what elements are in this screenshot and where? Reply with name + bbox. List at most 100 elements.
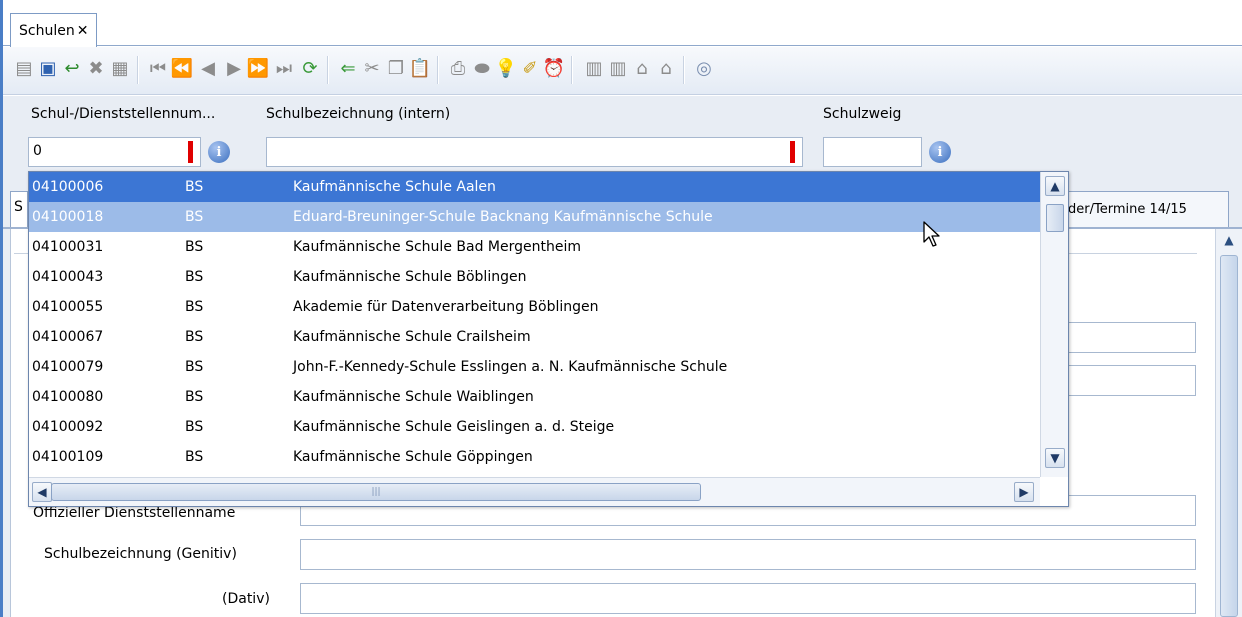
report-icon[interactable]: ▥ (583, 57, 605, 81)
school-name-cell: Akademie für Datenverarbeitung Böblingen (293, 299, 599, 315)
export-icon[interactable]: ⌂ (631, 57, 653, 81)
toolbar-separator (327, 56, 329, 84)
school-name-cell: Kaufmännische Schule Bad Mergentheim (293, 239, 581, 255)
save-icon[interactable]: ▣ (37, 57, 59, 81)
school-number-cell: 04100079 (32, 359, 104, 375)
report-list-icon[interactable]: ▥ (607, 57, 629, 81)
import-icon[interactable]: ⌂ (655, 57, 677, 81)
school-type-cell: BS (185, 179, 204, 195)
tab-termine[interactable]: der/Termine 14/15 (1063, 191, 1229, 229)
info-icon[interactable]: i (208, 141, 230, 163)
school-name-cell: Eduard-Breuninger-Schule Backnang Kaufmä… (293, 209, 713, 225)
next-icon[interactable]: ▶ (223, 57, 245, 81)
help-icon[interactable]: ◎ (693, 57, 715, 81)
school-type-cell: BS (185, 449, 204, 465)
school-number-cell: 04100006 (32, 179, 104, 195)
dropdown-row[interactable]: 04100080 BS Kaufmännische Schule Waiblinge… (29, 382, 1040, 412)
school-type-cell: BS (185, 299, 204, 315)
scroll-up-icon[interactable]: ▲ (1219, 233, 1239, 253)
school-type-cell: BS (185, 389, 204, 405)
print-icon[interactable]: ⎙ (447, 57, 469, 81)
first-record-icon[interactable]: ⏮ (147, 57, 169, 81)
school-number-label: Schul-/Dienststellennum... (31, 106, 216, 122)
dropdown-row[interactable]: 04100079 BS John-F.-Kennedy-Schule Essling… (29, 352, 1040, 382)
dative-label: (Dativ) (222, 591, 270, 607)
scroll-up-icon[interactable]: ▲ (1045, 176, 1065, 196)
school-number-field[interactable]: 0 (28, 137, 201, 167)
genitive-field[interactable] (300, 539, 1196, 570)
genitive-label: Schulbezeichnung (Genitiv) (44, 546, 237, 562)
scroll-down-icon[interactable]: ▼ (1045, 448, 1065, 468)
dropdown-row[interactable]: 04100006 BS Kaufmännische Schule Aalen (29, 172, 1040, 202)
hint-icon[interactable]: 💡 (495, 57, 517, 81)
document-tabstrip: Schulen ✕ (3, 0, 1242, 47)
school-type-cell: BS (185, 239, 204, 255)
school-branch-label: Schulzweig (823, 106, 902, 122)
alarm-icon[interactable]: ⏰ (543, 57, 565, 81)
school-lookup-dropdown: 04100006 BS Kaufmännische Schule Aalen 0410… (28, 171, 1069, 507)
dropdown-row[interactable]: 04100067 BS Kaufmännische Schule Crailshei… (29, 322, 1040, 352)
school-number-cell: 04100043 (32, 269, 104, 285)
dropdown-vertical-scrollbar[interactable]: ▲ ▼ (1040, 172, 1068, 477)
form-scrollbar[interactable]: ▲ (1215, 229, 1242, 617)
document-gray-icon[interactable]: ▤ (13, 57, 35, 81)
school-type-cell: BS (185, 329, 204, 345)
dropdown-horizontal-scrollbar[interactable]: ◀ ||| ▶ (29, 477, 1040, 506)
school-name-cell: Kaufmännische Schule Göppingen (293, 449, 533, 465)
form-icon[interactable]: ▦ (109, 57, 131, 81)
tab-title: Schulen (19, 22, 75, 39)
scrollbar-thumb[interactable] (1220, 255, 1238, 617)
school-number-cell: 04100080 (32, 389, 104, 405)
tab-s[interactable]: S (10, 191, 28, 229)
school-name-cell: Kaufmännische Schule Geislingen a. d. St… (293, 419, 615, 435)
preview-icon[interactable]: ⬬ (471, 57, 493, 81)
school-type-cell: BS (185, 359, 204, 375)
last-record-icon[interactable]: ⏭ (273, 57, 295, 81)
school-name-cell: Kaufmännische Schule Böblingen (293, 269, 527, 285)
required-marker (188, 141, 193, 163)
info-icon[interactable]: i (929, 141, 951, 163)
required-marker (790, 141, 795, 163)
mouse-cursor-icon (923, 221, 940, 247)
scroll-left-icon[interactable]: ◀ (32, 482, 52, 502)
back-arrow-icon[interactable]: ⇐ (337, 57, 359, 81)
text-field[interactable] (1060, 322, 1196, 353)
dropdown-row[interactable]: 04100018 BS Eduard-Breuninger-Schule Backn… (29, 202, 1040, 232)
scroll-right-icon[interactable]: ▶ (1014, 482, 1034, 502)
school-number-cell: 04100092 (32, 419, 104, 435)
tab-schulen[interactable]: Schulen ✕ (10, 13, 98, 47)
dropdown-row[interactable]: 04100055 BS Akademie für Datenverarbeitung… (29, 292, 1040, 322)
close-icon[interactable]: ✕ (77, 24, 89, 38)
dropdown-row[interactable]: 04100092 BS Kaufmännische Schule Geislinge… (29, 412, 1040, 442)
scrollbar-thumb[interactable]: ||| (51, 483, 701, 501)
school-branch-field[interactable] (823, 137, 922, 167)
undo-icon[interactable]: ↩ (61, 57, 83, 81)
school-name-field[interactable] (266, 137, 803, 167)
page-back-icon[interactable]: ⏪ (171, 57, 193, 81)
dropdown-row[interactable]: 04100109 BS Kaufmännische Schule Göppingen (29, 442, 1040, 472)
page-forward-icon[interactable]: ⏩ (247, 57, 269, 81)
school-number-cell: 04100018 (32, 209, 104, 225)
delete-icon[interactable]: ✖ (85, 57, 107, 81)
cut-icon[interactable]: ✂ (361, 57, 383, 81)
previous-icon[interactable]: ◀ (197, 57, 219, 81)
school-number-cell: 04100067 (32, 329, 104, 345)
school-name-cell: Kaufmännische Schule Aalen (293, 179, 496, 195)
dative-field[interactable] (300, 583, 1196, 614)
toolbar-separator (571, 56, 573, 84)
toolbar: ▤ ▣ ↩ ✖ ▦ ⏮ ⏪ ◀ ▶ ⏩ ⏭ ⟳ ⇐ ✂ ❐ 📋 ⎙ ⬬ 💡 ✐ … (3, 47, 1242, 95)
school-name-cell: Kaufmännische Schule Waiblingen (293, 389, 534, 405)
scrollbar-thumb[interactable] (1046, 204, 1064, 232)
dropdown-row[interactable]: 04100043 BS Kaufmännische Schule Böblingen (29, 262, 1040, 292)
broom-icon[interactable]: ✐ (519, 57, 541, 81)
school-number-value: 0 (33, 143, 42, 159)
text-field[interactable] (1060, 365, 1196, 396)
copy-icon[interactable]: ❐ (385, 57, 407, 81)
paste-icon[interactable]: 📋 (409, 57, 431, 81)
refresh-icon[interactable]: ⟳ (299, 57, 321, 81)
official-name-label: Offizieller Dienststellenname (33, 505, 236, 521)
toolbar-separator (437, 56, 439, 84)
toolbar-separator (137, 56, 139, 84)
dropdown-row[interactable]: 04100031 BS Kaufmännische Schule Bad Merge… (29, 232, 1040, 262)
school-number-cell: 04100055 (32, 299, 104, 315)
